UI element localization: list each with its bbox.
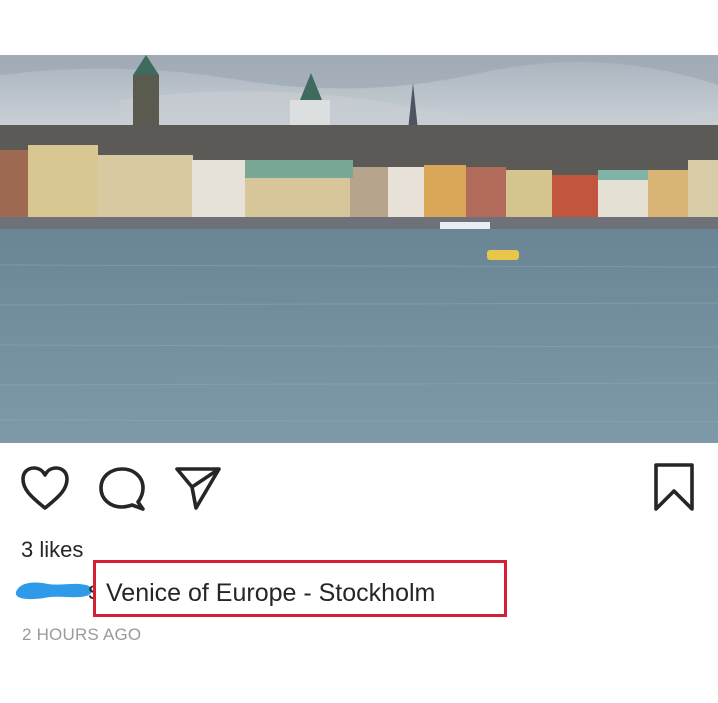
post-photo[interactable] — [0, 55, 718, 443]
comment-bubble-icon[interactable] — [98, 465, 146, 513]
caption-row: s Venice of Europe - Stockholm — [0, 560, 718, 620]
post-caption: Venice of Europe - Stockholm — [106, 579, 436, 607]
bookmark-icon[interactable] — [652, 462, 696, 512]
paper-plane-icon[interactable] — [174, 465, 222, 511]
stockholm-waterfront-image — [0, 55, 718, 443]
post-timestamp: 2 HOURS AGO — [22, 625, 142, 644]
post-actions-bar — [0, 443, 718, 533]
heart-icon[interactable] — [20, 465, 70, 511]
redacted-username[interactable]: s — [14, 578, 94, 600]
